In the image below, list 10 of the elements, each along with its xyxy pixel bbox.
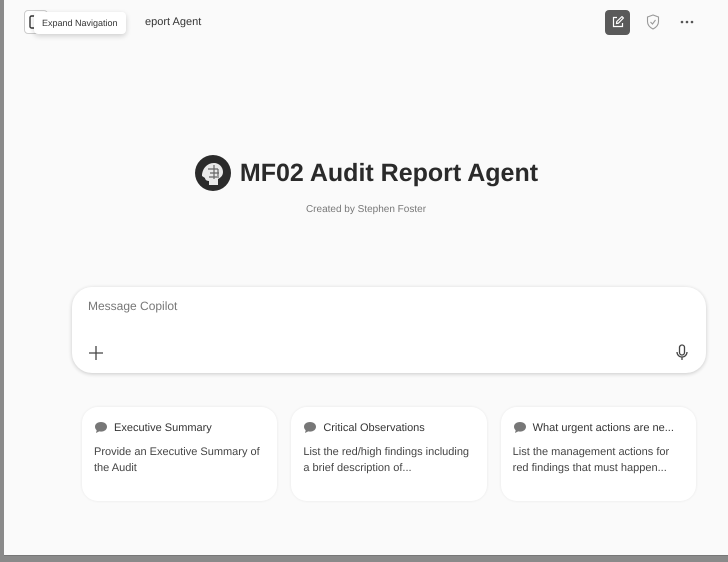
card-description: List the management actions for red findings that must happen...: [512, 445, 670, 476]
card-description: Provide an Executive Summary of the Audit: [94, 445, 261, 476]
card-title: Critical Observations: [323, 422, 425, 434]
tooltip: Expand Navigation: [34, 12, 126, 34]
card-title: What urgent actions are ne...: [532, 422, 674, 434]
agent-title: eport Agent: [145, 16, 202, 28]
creator-text: Created by Stephen Foster: [306, 204, 426, 215]
card-description: List the red/high findings including a brief description of...: [303, 445, 470, 476]
agent-name: MF02 Audit Report Agent: [240, 158, 538, 188]
card-title: Executive Summary: [114, 422, 212, 434]
